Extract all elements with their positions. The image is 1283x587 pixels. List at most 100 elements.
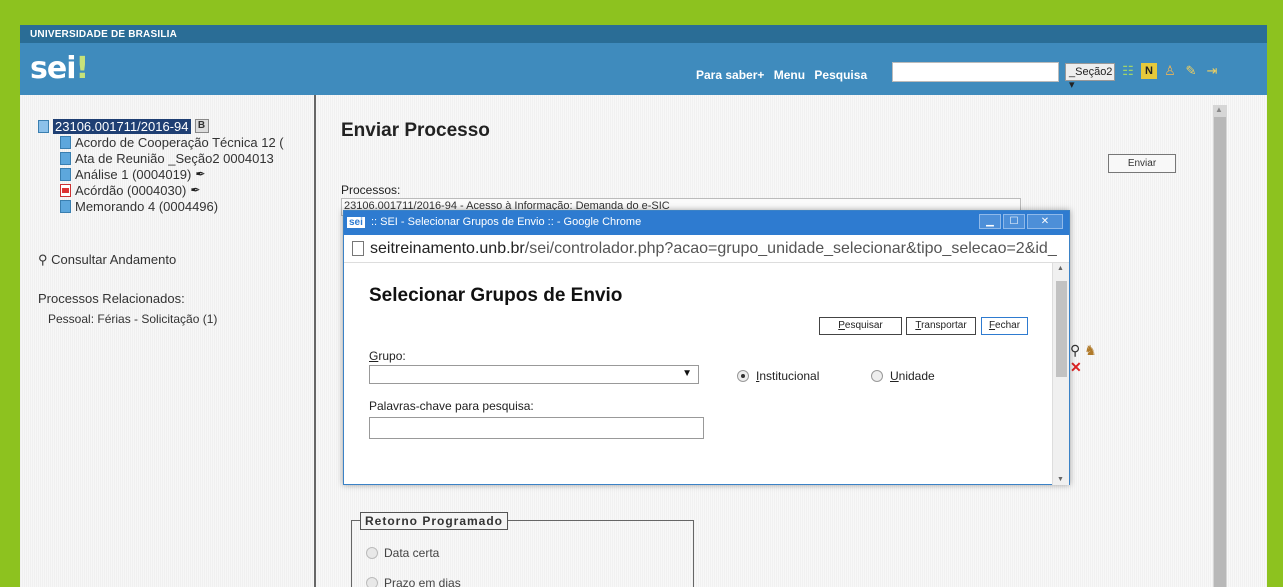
- process-tree-panel: 23106.001711/2016-94 B Acordo de Coopera…: [20, 95, 316, 587]
- enviar-button[interactable]: Enviar: [1108, 154, 1176, 173]
- palavras-chave-input[interactable]: [369, 417, 704, 439]
- tree-doc-2[interactable]: Ata de Reunião _Seção2 0004013: [38, 150, 284, 166]
- sei-logo[interactable]: sei!: [30, 51, 90, 86]
- radio-data-certa[interactable]: Data certa: [366, 546, 439, 560]
- doc-label[interactable]: Acórdão (0004030): [75, 183, 186, 198]
- logo-text: sei: [30, 51, 76, 86]
- nav-links: Para saber+ Menu Pesquisa: [696, 68, 873, 82]
- radio-label: nstitucional: [759, 369, 820, 383]
- url-bar[interactable]: seitreinamento.unb.br/sei/controlador.ph…: [344, 235, 1069, 263]
- header-icons: ☷ N ♙ ✎ ⇥: [1120, 63, 1220, 79]
- radio-label: nidade: [898, 369, 935, 383]
- tree-process-row[interactable]: 23106.001711/2016-94 B: [38, 118, 284, 134]
- popup-titlebar[interactable]: sei :: SEI - Selecionar Grupos de Envio …: [344, 211, 1069, 235]
- institution-bar: UNIVERSIDADE DE BRASILIA: [20, 25, 1267, 43]
- document-icon: [60, 135, 71, 149]
- consultar-andamento-link[interactable]: ⚲ Consultar Andamento: [38, 252, 176, 268]
- doc-label[interactable]: Acordo de Cooperação Técnica 12 (: [75, 135, 284, 150]
- accesskey: P: [838, 320, 845, 331]
- retorno-legend: Retorno Programado: [360, 512, 509, 530]
- doc-label[interactable]: Ata de Reunião _Seção2 0004013: [75, 151, 274, 166]
- tree-doc-5[interactable]: Memorando 4 (0004496): [38, 198, 284, 214]
- popup-title: Selecionar Grupos de Envio: [369, 285, 623, 306]
- scroll-thumb[interactable]: [1214, 117, 1226, 587]
- fechar-button[interactable]: Fechar: [981, 317, 1028, 335]
- radio-circle-selected[interactable]: [737, 370, 749, 382]
- pesquisar-button[interactable]: Pesquisar: [819, 317, 902, 335]
- process-number[interactable]: 23106.001711/2016-94: [53, 118, 191, 134]
- unit-select[interactable]: _Seção2 ▾: [1065, 63, 1115, 91]
- button-label: echar: [995, 320, 1021, 331]
- radio-prazo-dias[interactable]: Prazo em dias: [366, 576, 461, 587]
- processos-label: Processos:: [341, 183, 401, 197]
- header-search-input[interactable]: [892, 62, 1059, 82]
- tree-doc-3[interactable]: Análise 1 (0004019) ✒: [38, 166, 284, 182]
- maximize-icon[interactable]: ☐: [1003, 214, 1025, 229]
- radio-unidade[interactable]: Unidade: [871, 369, 935, 383]
- unit-tools: ⚲ ♞ ✕: [1070, 342, 1097, 376]
- pen-icon[interactable]: ✒: [190, 183, 200, 197]
- label-text: rupo:: [378, 349, 406, 363]
- link-para-saber[interactable]: Para saber+: [696, 68, 764, 82]
- tree-doc-1[interactable]: Acordo de Cooperação Técnica 12 (: [38, 134, 284, 150]
- window-controls: ▁ ☐ ✕: [979, 214, 1063, 229]
- top-navbar: sei! Para saber+ Menu Pesquisa _Seção2 ▾…: [20, 43, 1267, 95]
- institution-name: UNIVERSIDADE DE BRASILIA: [30, 29, 178, 40]
- link-pesquisa[interactable]: Pesquisa: [814, 68, 867, 82]
- popup-scrollbar[interactable]: ▲ ▼: [1052, 263, 1069, 485]
- pdf-icon: [60, 183, 71, 197]
- document-icon: [60, 151, 71, 165]
- tools-icon[interactable]: ✎: [1183, 63, 1199, 79]
- button-label: ransportar: [921, 320, 967, 331]
- doc-label[interactable]: Memorando 4 (0004496): [75, 199, 218, 214]
- consultar-label[interactable]: Consultar Andamento: [51, 252, 176, 267]
- badge-b[interactable]: B: [194, 119, 209, 133]
- notes-icon[interactable]: N: [1141, 63, 1157, 79]
- radio-institucional[interactable]: Institucional: [737, 369, 819, 383]
- radio-circle[interactable]: [366, 577, 378, 587]
- exit-icon[interactable]: ⇥: [1204, 63, 1220, 79]
- search-icon[interactable]: ⚲: [1070, 342, 1080, 358]
- pen-icon[interactable]: ✒: [195, 167, 205, 181]
- user-icon[interactable]: ♙: [1162, 63, 1178, 79]
- popup-window: sei :: SEI - Selecionar Grupos de Envio …: [343, 210, 1070, 485]
- transportar-button[interactable]: Transportar: [906, 317, 976, 335]
- scroll-up-icon[interactable]: ▲: [1057, 265, 1064, 272]
- tree-doc-4[interactable]: Acórdão (0004030) ✒: [38, 182, 284, 198]
- page-title: Enviar Processo: [341, 120, 490, 141]
- chevron-down-icon: ▼: [682, 368, 692, 379]
- document-icon: [60, 199, 71, 213]
- document-icon: [60, 167, 71, 181]
- accesskey: G: [369, 349, 379, 363]
- radio-circle[interactable]: [871, 370, 883, 382]
- related-item[interactable]: Pessoal: Férias - Solicitação (1): [48, 312, 217, 326]
- grupo-label: Grupo:: [369, 349, 406, 363]
- group-icon[interactable]: ♞: [1084, 342, 1097, 358]
- page-icon: [352, 241, 364, 256]
- radio-label: Prazo em dias: [384, 576, 461, 587]
- url-host: seitreinamento.unb.br: [370, 240, 525, 257]
- palavras-chave-label: Palavras-chave para pesquisa:: [369, 399, 534, 413]
- scroll-down-icon[interactable]: ▼: [1057, 476, 1064, 483]
- url-path: /sei/controlador.php?acao=grupo_unidade_…: [524, 240, 1057, 257]
- radio-circle[interactable]: [366, 547, 378, 559]
- popup-body: Selecionar Grupos de Envio Pesquisar Tra…: [344, 263, 1049, 485]
- unit-select-value: _Seção2: [1069, 66, 1113, 78]
- doc-label[interactable]: Análise 1 (0004019): [75, 167, 191, 182]
- process-tree: 23106.001711/2016-94 B Acordo de Coopera…: [38, 118, 284, 214]
- chevron-down-icon: ▾: [1069, 79, 1075, 91]
- grupo-select[interactable]: ▼: [369, 365, 699, 384]
- sei-app-icon: sei: [347, 217, 365, 228]
- link-menu[interactable]: Menu: [774, 68, 805, 82]
- radio-label: Data certa: [384, 546, 440, 560]
- close-icon[interactable]: ✕: [1027, 214, 1063, 229]
- button-label: esquisar: [844, 320, 883, 331]
- remove-icon[interactable]: ✕: [1070, 359, 1082, 375]
- logo-bang: !: [75, 51, 90, 86]
- minimize-icon[interactable]: ▁: [979, 214, 1001, 229]
- popup-window-title: :: SEI - Selecionar Grupos de Envio :: -…: [370, 216, 642, 228]
- accesskey: U: [890, 369, 899, 383]
- main-scrollbar[interactable]: [1213, 105, 1227, 587]
- scroll-thumb[interactable]: [1056, 281, 1067, 377]
- list-icon[interactable]: ☷: [1120, 63, 1136, 79]
